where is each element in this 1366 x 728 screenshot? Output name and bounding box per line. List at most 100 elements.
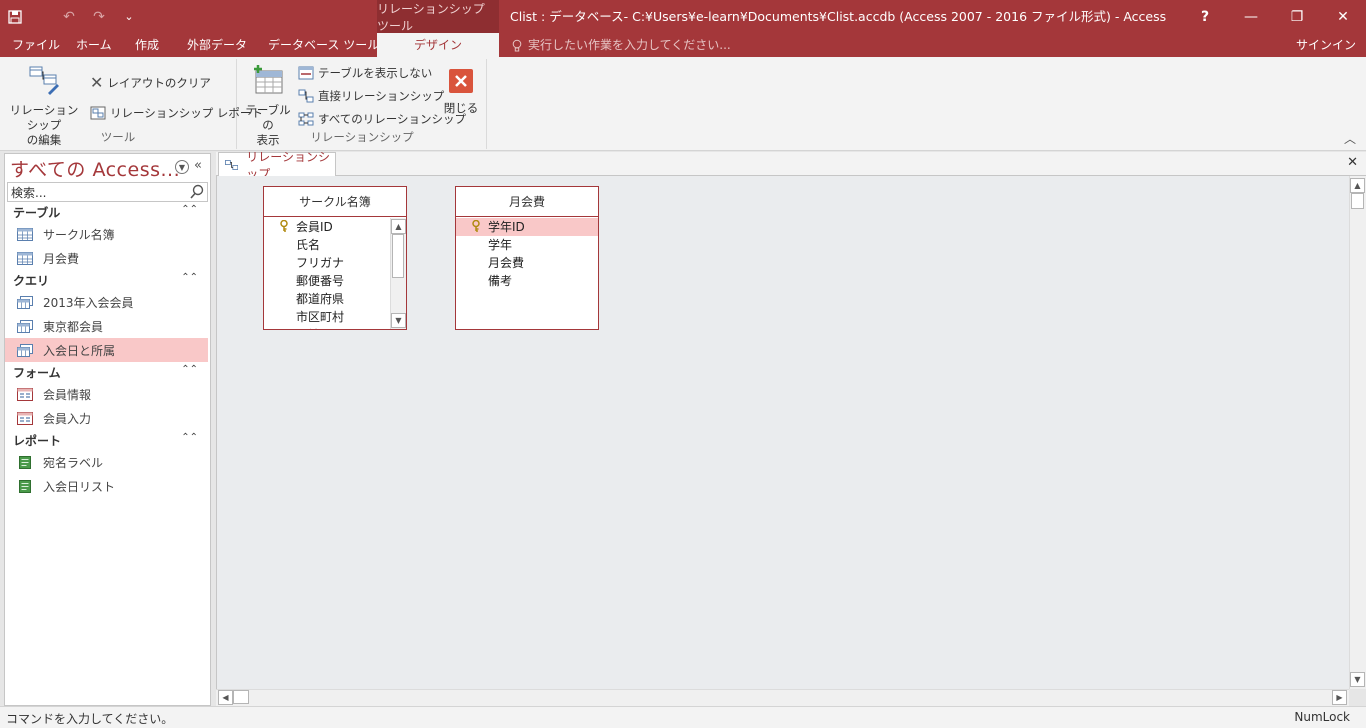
nav-item-query[interactable]: 2013年入会会員 [5,290,210,314]
field-row[interactable]: 月会費 [456,254,598,272]
context-tab-group-label: リレーションシップ ツール [377,0,499,33]
clear-layout-button[interactable]: ✕ レイアウトのクリア [90,73,211,92]
help-button[interactable]: ? [1182,0,1228,33]
table-box-circle-roster[interactable]: サークル名簿 会員ID 氏名 フリガナ 郵便番号 都道府県 市区町村 番地 ▲ … [263,186,407,330]
chevron-up-icon: ⌃⌃ [181,272,198,283]
tab-home[interactable]: ホーム [76,33,112,57]
scroll-right-button[interactable]: ▶ [1332,690,1347,705]
scroll-left-button[interactable]: ◀ [218,690,233,705]
field-name: 備考 [488,274,513,288]
collapse-ribbon-button[interactable]: ︿ [1344,130,1356,147]
scroll-up-button[interactable]: ▲ [1350,178,1365,193]
chevron-up-icon: ⌃⌃ [181,364,198,375]
vertical-scrollbar[interactable]: ▲ ▼ [1349,176,1366,689]
field-list: 学年ID 学年 月会費 備考 [456,218,598,329]
tab-database-tools[interactable]: データベース ツール [268,33,379,57]
arrow-down-icon: ▼ [395,316,402,325]
field-row[interactable]: 備考 [456,272,598,290]
clear-layout-label: レイアウトのクリア [107,75,211,90]
field-row[interactable]: フリガナ [264,254,390,272]
nav-section-forms[interactable]: フォーム ⌃⌃ [5,362,210,382]
table-box-monthly-fee[interactable]: 月会費 学年ID 学年 月会費 備考 [455,186,599,330]
nav-item-form[interactable]: 会員入力 [5,406,210,430]
nav-menu-dropdown[interactable]: ▼ [175,160,189,174]
nav-collapse-button[interactable]: « [194,158,202,173]
direct-relationships-button[interactable]: 直接リレーションシップ [298,88,444,104]
horizontal-scrollbar[interactable]: ◀ ▶ [216,689,1349,706]
nav-item-query-selected[interactable]: 入会日と所属 [5,338,208,362]
nav-item-form[interactable]: 会員情報 [5,382,210,406]
nav-search-input[interactable]: 検索... [7,182,208,202]
customize-qat-button[interactable]: ⌄ [114,0,144,33]
nav-title: すべての Access... [10,158,181,181]
tab-create[interactable]: 作成 [135,33,159,57]
nav-item-query[interactable]: 東京都会員 [5,314,210,338]
nav-section-reports[interactable]: レポート ⌃⌃ [5,430,210,450]
scroll-up-button[interactable]: ▲ [391,219,406,234]
table-box-title[interactable]: サークル名簿 [264,187,406,217]
hide-table-label: テーブルを表示しない [318,66,433,80]
tab-design[interactable]: デザイン [377,33,499,57]
close-relationships-button[interactable]: 閉じる [438,69,484,116]
scroll-thumb[interactable] [233,690,249,704]
tab-external-data[interactable]: 外部データ [187,33,247,57]
document-tab-bar: リレーションシップ ✕ [216,150,1366,181]
field-row-selected[interactable]: 学年ID [456,218,598,236]
arrow-right-icon: ▶ [1336,693,1343,702]
nav-section-queries[interactable]: クエリ ⌃⌃ [5,270,210,290]
navigation-pane: すべての Access... ▼ « 検索... テーブル ⌃⌃ サークル名簿 月… [4,153,211,706]
relationships-canvas[interactable]: サークル名簿 会員ID 氏名 フリガナ 郵便番号 都道府県 市区町村 番地 ▲ … [216,176,1349,689]
nav-item-label: 月会費 [43,251,80,266]
minimize-button[interactable]: — [1228,0,1274,33]
save-button[interactable] [0,0,30,33]
nav-item-table[interactable]: 月会費 [5,246,210,270]
nav-item-report[interactable]: 入会日リスト [5,474,210,498]
field-row[interactable]: 氏名 [264,236,390,254]
close-relationships-label: 閉じる [443,101,479,115]
field-name: 学年ID [488,220,525,234]
nav-item-label: 東京都会員 [43,319,104,334]
relationship-report-button[interactable]: リレーションシップ レポート [90,105,263,121]
field-row[interactable]: 会員ID [264,218,390,236]
close-document-button[interactable]: ✕ [1347,155,1358,170]
window-title: Clist : データベース- C:¥Users¥e-learn¥Documen… [510,9,1167,24]
close-window-button[interactable]: ✕ [1320,0,1366,33]
tab-file[interactable]: ファイル [12,33,60,57]
redo-icon: ↷ [93,8,105,25]
undo-button[interactable]: ↶ [54,0,84,33]
nav-item-label: 入会日と所属 [43,343,116,358]
scroll-thumb[interactable] [392,234,404,278]
chevron-up-icon: ⌃⌃ [181,204,198,215]
query-icon [17,295,33,309]
scroll-down-button[interactable]: ▼ [1350,672,1365,687]
nav-item-label: 2013年入会会員 [43,295,134,310]
field-row[interactable]: 郵便番号 [264,272,390,290]
query-icon [17,343,33,357]
field-row[interactable]: 都道府県 [264,290,390,308]
arrow-up-icon: ▲ [1354,181,1361,190]
status-bar: コマンドを入力してください。 NumLock [0,706,1366,728]
field-row[interactable]: 市区町村 [264,308,390,326]
table-icon [17,227,33,241]
sign-in-link[interactable]: サインイン [1296,33,1356,57]
nav-search-placeholder: 検索... [11,185,47,200]
nav-section-label: レポート [13,433,62,448]
field-list-scrollbar[interactable]: ▲ ▼ [390,218,406,329]
nav-section-tables[interactable]: テーブル ⌃⌃ [5,202,210,222]
field-row[interactable]: 学年 [456,236,598,254]
scroll-down-button[interactable]: ▼ [391,313,406,328]
redo-button[interactable]: ↷ [84,0,114,33]
nav-item-report[interactable]: 宛名ラベル [5,450,210,474]
scroll-thumb[interactable] [1351,193,1364,209]
field-row[interactable]: 番地 [264,326,390,329]
tab-relationships-document[interactable]: リレーションシップ [218,150,336,181]
table-box-title[interactable]: 月会費 [456,187,598,217]
window-controls: ? — ❐ ✕ [1182,0,1366,33]
nav-item-label: 会員入力 [43,411,92,426]
hide-table-button[interactable]: テーブルを表示しない [298,65,432,81]
restore-button[interactable]: ❐ [1274,0,1320,33]
nav-item-table[interactable]: サークル名簿 [5,222,210,246]
tell-me-box[interactable]: 実行したい作業を入力してください... [512,33,731,57]
primary-key-icon [472,220,480,232]
ribbon-group-label: ツール [100,130,136,144]
